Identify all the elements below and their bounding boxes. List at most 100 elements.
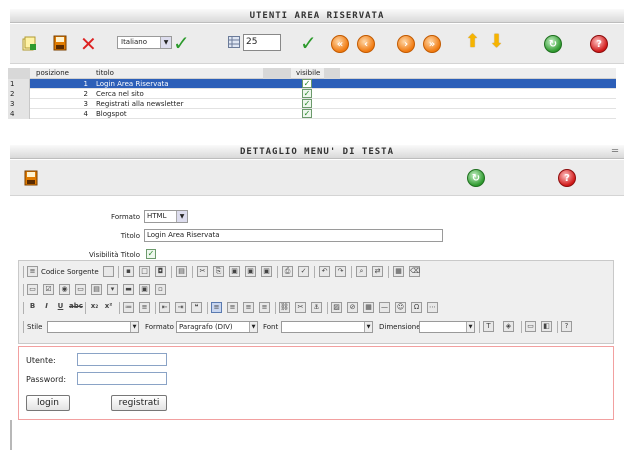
save-icon[interactable]	[53, 35, 67, 51]
show-blocks-icon[interactable]: ◧	[541, 321, 552, 332]
bullet-list-icon[interactable]: ≡	[139, 302, 150, 313]
maximize-icon[interactable]: ▭	[525, 321, 536, 332]
source-code-icon[interactable]: ≡	[27, 266, 38, 277]
checkbox-icon[interactable]: ☑	[43, 284, 54, 295]
paste-icon[interactable]: ▣	[229, 266, 240, 277]
page-size-input[interactable]: 25	[243, 34, 281, 51]
background-color-icon[interactable]: ◈	[503, 321, 514, 332]
about-icon[interactable]: ?	[561, 321, 572, 332]
align-justify-icon[interactable]: ≡	[259, 302, 270, 313]
align-left-icon[interactable]: ≡	[211, 302, 222, 313]
smiley-icon[interactable]: ☺	[395, 302, 406, 313]
numbered-list-icon[interactable]: ≔	[123, 302, 134, 313]
radio-icon[interactable]: ◉	[59, 284, 70, 295]
language-select[interactable]: Italiano ▼	[117, 36, 172, 49]
editor-content-area[interactable]: Utente: Password: login registrati	[18, 346, 614, 420]
hidden-field-icon[interactable]: ▫	[155, 284, 166, 295]
next-page-button[interactable]: ›	[397, 35, 415, 53]
textarea-icon[interactable]: ▤	[91, 284, 102, 295]
strike-icon[interactable]: abc	[69, 302, 83, 313]
delete-icon[interactable]: ✕	[80, 34, 97, 54]
column-header-position[interactable]: posizione	[36, 68, 69, 79]
register-button[interactable]: registrati	[111, 395, 167, 411]
textfield-icon[interactable]: ▭	[75, 284, 86, 295]
horizontal-rule-icon[interactable]: —	[379, 302, 390, 313]
redo-icon[interactable]: ↷	[335, 266, 346, 277]
move-down-icon[interactable]: ⬇	[489, 33, 504, 51]
underline-icon[interactable]: U	[55, 302, 66, 313]
blockquote-icon[interactable]: ❝	[191, 302, 202, 313]
form-icon[interactable]: ▭	[27, 284, 38, 295]
superscript-icon[interactable]: x²	[103, 302, 114, 313]
table-row[interactable]: 3 3 Registrati alla newsletter ✓	[8, 99, 616, 109]
find-icon[interactable]: ⌕	[356, 266, 367, 277]
move-up-icon[interactable]: ⬆	[465, 33, 480, 51]
copy-icon[interactable]: ⎘	[213, 266, 224, 277]
page-break-icon[interactable]: ⋯	[427, 302, 438, 313]
username-input[interactable]	[77, 353, 167, 366]
first-page-button[interactable]: «	[331, 35, 349, 53]
button-icon[interactable]: ▬	[123, 284, 134, 295]
title-input[interactable]: Login Area Riservata	[144, 229, 443, 242]
help-button[interactable]: ?	[590, 35, 608, 53]
image-button-icon[interactable]: ▣	[139, 284, 150, 295]
splitter-handle-icon[interactable]: ═	[612, 146, 618, 157]
indent-icon[interactable]: ⇥	[175, 302, 186, 313]
format-select[interactable]: HTML ▼	[144, 210, 188, 223]
apply-language-icon[interactable]: ✓	[173, 33, 190, 53]
new-page-icon[interactable]: □	[139, 266, 150, 277]
italic-icon[interactable]: I	[41, 302, 52, 313]
prev-page-button[interactable]: ‹	[357, 35, 375, 53]
anchor-icon[interactable]: ⚓	[311, 302, 322, 313]
templates-icon[interactable]: ▤	[176, 266, 187, 277]
font-select[interactable]: ▼	[281, 321, 373, 333]
last-page-button[interactable]: »	[423, 35, 441, 53]
save-doc-icon[interactable]	[103, 266, 114, 277]
undo-icon[interactable]: ↶	[319, 266, 330, 277]
disk-icon[interactable]: ▪	[123, 266, 134, 277]
unlink-icon[interactable]: ✂	[295, 302, 306, 313]
print-icon[interactable]: ⎙	[282, 266, 293, 277]
preview-icon[interactable]: ◘	[155, 266, 166, 277]
column-header-visible[interactable]: visibile	[296, 68, 320, 79]
row-visible-checkbox[interactable]: ✓	[302, 109, 312, 118]
column-header-title[interactable]: titolo	[96, 68, 114, 79]
row-visible-checkbox[interactable]: ✓	[302, 79, 312, 88]
apply-page-size-icon[interactable]: ✓	[300, 33, 317, 53]
subscript-icon[interactable]: x₂	[89, 302, 100, 313]
flash-icon[interactable]: ⊘	[347, 302, 358, 313]
row-visible-checkbox[interactable]: ✓	[302, 99, 312, 108]
special-char-icon[interactable]: Ω	[411, 302, 422, 313]
text-color-icon[interactable]: T	[483, 321, 494, 332]
refresh-detail-button[interactable]: ↻	[467, 169, 485, 187]
cut-icon[interactable]: ✂	[197, 266, 208, 277]
password-input[interactable]	[77, 372, 167, 385]
scrollbar[interactable]	[10, 420, 12, 450]
visibility-title-checkbox[interactable]: ✓	[146, 249, 156, 259]
link-icon[interactable]: ⛓	[279, 302, 290, 313]
bold-icon[interactable]: B	[27, 302, 38, 313]
login-button[interactable]: login	[26, 395, 70, 411]
image-icon[interactable]: ▨	[331, 302, 342, 313]
table-row[interactable]: 2 2 Cerca nel sito ✓	[8, 89, 616, 99]
help-detail-button[interactable]: ?	[558, 169, 576, 187]
font-size-select[interactable]: ▼	[419, 321, 475, 333]
table-row[interactable]: 1 1 Login Area Riservata ✓	[8, 79, 616, 89]
remove-format-icon[interactable]: ⌫	[409, 266, 420, 277]
table-icon[interactable]: ▦	[363, 302, 374, 313]
style-select[interactable]: ▼	[47, 321, 139, 333]
row-visible-checkbox[interactable]: ✓	[302, 89, 312, 98]
spellcheck-icon[interactable]: ✓	[298, 266, 309, 277]
source-code-button[interactable]: Codice Sorgente	[41, 266, 99, 278]
paste-word-icon[interactable]: ▣	[261, 266, 272, 277]
table-row[interactable]: 4 4 Blogspot ✓	[8, 109, 616, 119]
paste-text-icon[interactable]: ▣	[245, 266, 256, 277]
paragraph-format-select[interactable]: Paragrafo (DIV) ▼	[176, 321, 258, 333]
align-right-icon[interactable]: ≡	[243, 302, 254, 313]
new-record-icon[interactable]	[22, 36, 37, 51]
outdent-icon[interactable]: ⇤	[159, 302, 170, 313]
replace-icon[interactable]: ⇄	[372, 266, 383, 277]
select-icon[interactable]: ▾	[107, 284, 118, 295]
refresh-button[interactable]: ↻	[544, 35, 562, 53]
align-center-icon[interactable]: ≡	[227, 302, 238, 313]
